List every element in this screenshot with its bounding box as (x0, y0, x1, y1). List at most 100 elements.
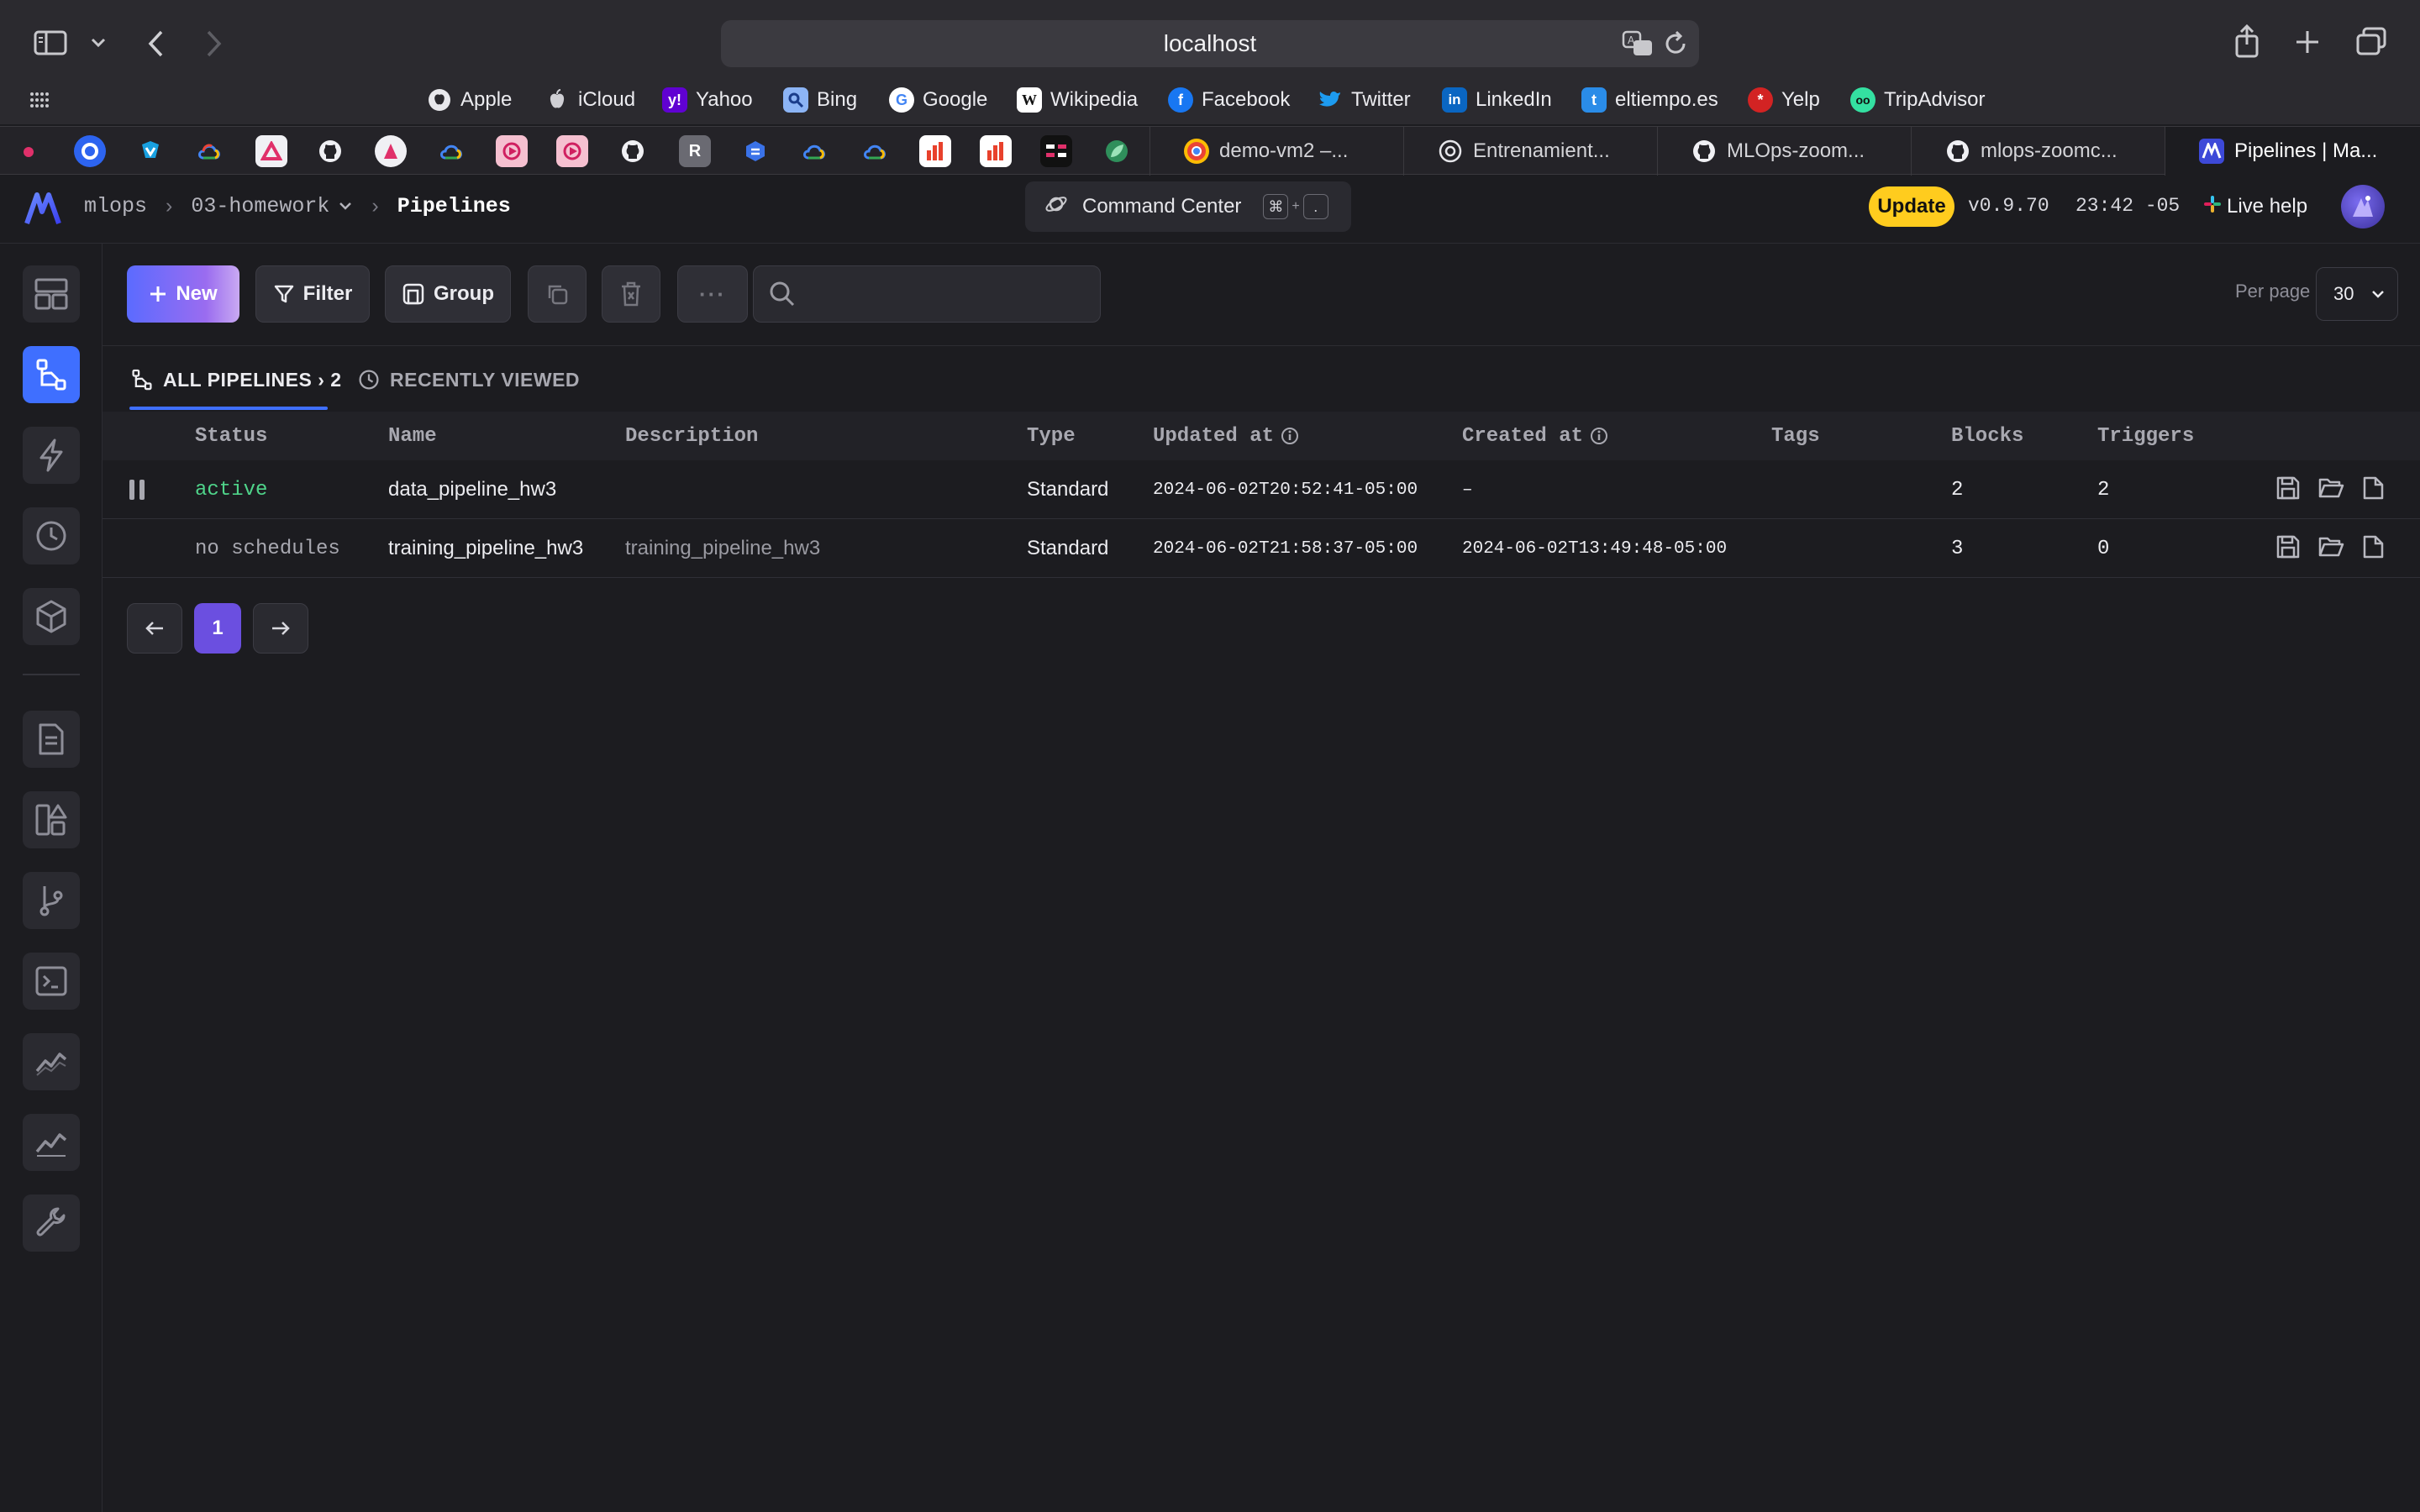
sidebar-item-settings[interactable] (23, 1194, 80, 1252)
per-page-select[interactable]: 30 (2316, 267, 2398, 321)
sidebar-toggle-icon[interactable] (32, 27, 69, 59)
pinned-tab-barchart2-icon[interactable] (980, 135, 1012, 167)
tab-pipelines-mage[interactable]: Pipelines | Ma... (2165, 127, 2420, 176)
pinned-tab-gcloud3-icon[interactable] (798, 135, 830, 167)
sidebar-item-runs[interactable] (23, 507, 80, 564)
bookmark-google[interactable]: G Google (889, 81, 987, 119)
sidebar-item-templates[interactable] (23, 791, 80, 848)
delete-button[interactable] (602, 265, 660, 323)
pinned-tab-arch-icon[interactable] (255, 135, 287, 167)
tab-mlops-zoomcamp-2[interactable]: mlops-zoomc... (1911, 127, 2165, 176)
folder-open-icon[interactable] (2317, 534, 2344, 559)
table-row[interactable]: active data_pipeline_hw3 Standard 2024-0… (103, 460, 2420, 519)
pinned-tab-pink2-icon[interactable] (556, 135, 588, 167)
column-tags[interactable]: Tags (1771, 412, 1820, 460)
pinned-tab-a-icon[interactable] (375, 135, 407, 167)
more-actions-button[interactable]: ··· (677, 265, 748, 323)
command-center-button[interactable]: Command Center ⌘ + . (1025, 181, 1351, 232)
column-type[interactable]: Type (1027, 412, 1076, 460)
sidebar-item-triggers[interactable] (23, 427, 80, 484)
mage-logo-icon[interactable] (24, 190, 62, 228)
sidebar-item-monitor[interactable] (23, 1033, 80, 1090)
grid-icon[interactable] (29, 89, 50, 111)
tab-recently-viewed[interactable]: RECENTLY VIEWED (358, 346, 580, 413)
bookmark-wikipedia[interactable]: W Wikipedia (1017, 81, 1138, 119)
pinned-tab-docs-icon[interactable] (739, 135, 771, 167)
column-triggers[interactable]: Triggers (2097, 412, 2194, 460)
chevron-down-icon[interactable] (87, 32, 109, 54)
sidebar-item-version-control[interactable] (23, 872, 80, 929)
column-description[interactable]: Description (625, 412, 758, 460)
column-name[interactable]: Name (388, 412, 437, 460)
folder-open-icon[interactable] (2317, 475, 2344, 501)
bookmark-yahoo[interactable]: y! Yahoo (662, 81, 753, 119)
pinned-tab-pink1-icon[interactable] (496, 135, 528, 167)
back-arrow-icon[interactable] (141, 27, 171, 60)
sidebar-item-overview[interactable] (23, 265, 80, 323)
column-status[interactable]: Status (195, 412, 267, 460)
pinned-tab-github-icon[interactable] (314, 135, 346, 167)
filter-button[interactable]: Filter (255, 265, 370, 323)
pipeline-name-link[interactable]: data_pipeline_hw3 (388, 460, 556, 519)
live-help-link[interactable]: Live help (2203, 190, 2307, 223)
pinned-tab-circle-icon[interactable] (74, 135, 106, 167)
bookmark-tripadvisor[interactable]: oo TripAdvisor (1850, 81, 1985, 119)
new-label: New (176, 282, 218, 305)
bookmark-yelp[interactable]: * Yelp (1748, 81, 1820, 119)
sidebar-item-metrics[interactable] (23, 1114, 80, 1171)
tab-all-pipelines[interactable]: ALL PIPELINES › 2 (131, 346, 342, 413)
tab-mlops-zoomcamp-1[interactable]: MLOps-zoom... (1657, 127, 1911, 176)
new-pipeline-button[interactable]: New (127, 265, 239, 323)
update-button[interactable]: Update (1869, 186, 1954, 227)
sidebar-item-blocks[interactable] (23, 588, 80, 645)
bookmark-eltiempo[interactable]: t eltiempo.es (1581, 81, 1718, 119)
prev-page-button[interactable] (127, 603, 182, 654)
sidebar-item-pipelines[interactable] (23, 346, 80, 403)
file-icon[interactable] (2361, 475, 2385, 501)
sidebar-item-terminal[interactable] (23, 953, 80, 1010)
group-button[interactable]: Group (385, 265, 511, 323)
search-input[interactable] (808, 282, 1093, 306)
pinned-tab-leaf-icon[interactable] (1101, 135, 1133, 167)
new-tab-icon[interactable] (2292, 27, 2323, 57)
bookmark-apple[interactable]: Apple (427, 81, 512, 119)
pinned-tab-r-icon[interactable]: R (679, 135, 711, 167)
bookmark-bing[interactable]: Bing (783, 81, 857, 119)
share-icon[interactable] (2232, 24, 2262, 59)
search-box[interactable] (753, 265, 1101, 323)
next-page-button[interactable] (253, 603, 308, 654)
page-button-current[interactable]: 1 (194, 603, 241, 654)
pinned-tab-gcloud4-icon[interactable] (859, 135, 891, 167)
column-updated-at[interactable]: Updated at (1153, 412, 1299, 460)
pinned-tab-shield-icon[interactable] (134, 135, 166, 167)
pinned-tab-github2-icon[interactable] (617, 135, 649, 167)
bookmark-linkedin[interactable]: in LinkedIn (1442, 81, 1552, 119)
bookmark-icloud[interactable]: iCloud (544, 81, 635, 119)
tab-entrenamiento[interactable]: Entrenamient... (1403, 127, 1657, 176)
tab-demo-vm2[interactable]: demo-vm2 –... (1150, 127, 1403, 176)
table-row[interactable]: no schedules training_pipeline_hw3 train… (103, 519, 2420, 578)
save-icon[interactable] (2275, 534, 2301, 559)
address-bar[interactable]: localhost A (721, 20, 1699, 67)
pinned-tab-gcloud-icon[interactable] (193, 135, 225, 167)
avatar[interactable] (2341, 185, 2385, 228)
file-icon[interactable] (2361, 534, 2385, 559)
pinned-tab-gcloud2-icon[interactable] (435, 135, 467, 167)
translate-icon[interactable]: A (1622, 30, 1654, 63)
pipeline-name-link[interactable]: training_pipeline_hw3 (388, 519, 583, 578)
bookmark-twitter[interactable]: Twitter (1318, 81, 1411, 119)
reload-icon[interactable] (1664, 30, 1689, 63)
save-icon[interactable] (2275, 475, 2301, 501)
column-blocks[interactable]: Blocks (1951, 412, 2023, 460)
breadcrumb-folder[interactable]: 03-homework (191, 194, 353, 218)
tab-overview-icon[interactable] (2354, 25, 2388, 57)
pinned-tab-barchart-icon[interactable] (919, 135, 951, 167)
clone-button[interactable] (528, 265, 587, 323)
column-created-at[interactable]: Created at (1462, 412, 1608, 460)
pinned-tab-toggles-icon[interactable] (1040, 135, 1072, 167)
breadcrumb-project[interactable]: mlops (84, 194, 147, 218)
pause-icon[interactable] (128, 460, 146, 519)
bookmark-facebook[interactable]: f Facebook (1168, 81, 1290, 119)
forward-arrow-icon[interactable] (198, 27, 229, 60)
sidebar-item-files[interactable] (23, 711, 80, 768)
